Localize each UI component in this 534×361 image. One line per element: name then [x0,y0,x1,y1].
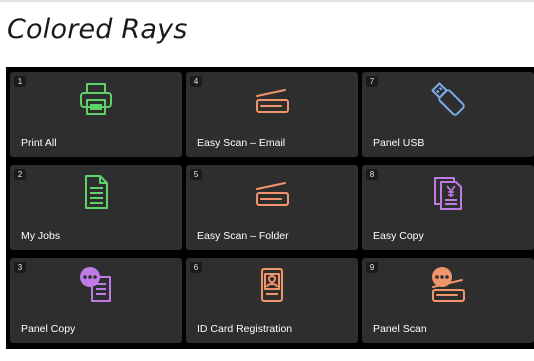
tile-print-all[interactable]: 1 Print All [10,72,182,157]
tile-number: 2 [14,169,26,180]
id-card-icon [252,265,292,305]
tile-label: Easy Copy [373,230,424,242]
printer-icon [76,79,116,119]
tile-label: Print All [21,137,57,149]
tile-label: Panel Scan [373,323,427,335]
tile-label: Easy Scan – Folder [197,230,289,242]
tile-panel-scan[interactable]: 9 Panel Scan [362,258,534,343]
app-grid: 1 Print All 2 My Jobs 3 Panel Copy 4 Eas… [6,67,534,349]
tile-label: ID Card Registration [197,323,293,335]
scanner-icon [252,79,292,119]
tile-number: 8 [366,169,378,180]
tile-label: My Jobs [21,230,61,242]
tile-number: 9 [366,262,378,273]
tile-number: 6 [190,262,202,273]
tile-number: 4 [190,76,202,87]
document-icon [76,172,116,212]
tile-number: 1 [14,76,26,87]
copy-yen-icon [428,172,468,212]
tile-easy-scan-folder[interactable]: 5 Easy Scan – Folder [186,165,358,250]
usb-drive-icon [428,79,468,119]
tile-label: Easy Scan – Email [197,137,286,149]
top-divider [0,0,534,2]
tile-number: 7 [366,76,378,87]
tile-panel-usb[interactable]: 7 Panel USB [362,72,534,157]
scanner-icon [252,172,292,212]
tile-label: Panel Copy [21,323,76,335]
tile-easy-copy[interactable]: 8 Easy Copy [362,165,534,250]
tile-id-card-registration[interactable]: 6 ID Card Registration [186,258,358,343]
copy-more-icon [76,265,116,305]
tile-label: Panel USB [373,137,425,149]
scanner-more-icon [428,265,468,305]
tile-my-jobs[interactable]: 2 My Jobs [10,165,182,250]
page-title: Colored Rays [7,14,188,45]
tile-number: 3 [14,262,26,273]
tile-panel-copy[interactable]: 3 Panel Copy [10,258,182,343]
tile-number: 5 [190,169,202,180]
tile-easy-scan-email[interactable]: 4 Easy Scan – Email [186,72,358,157]
